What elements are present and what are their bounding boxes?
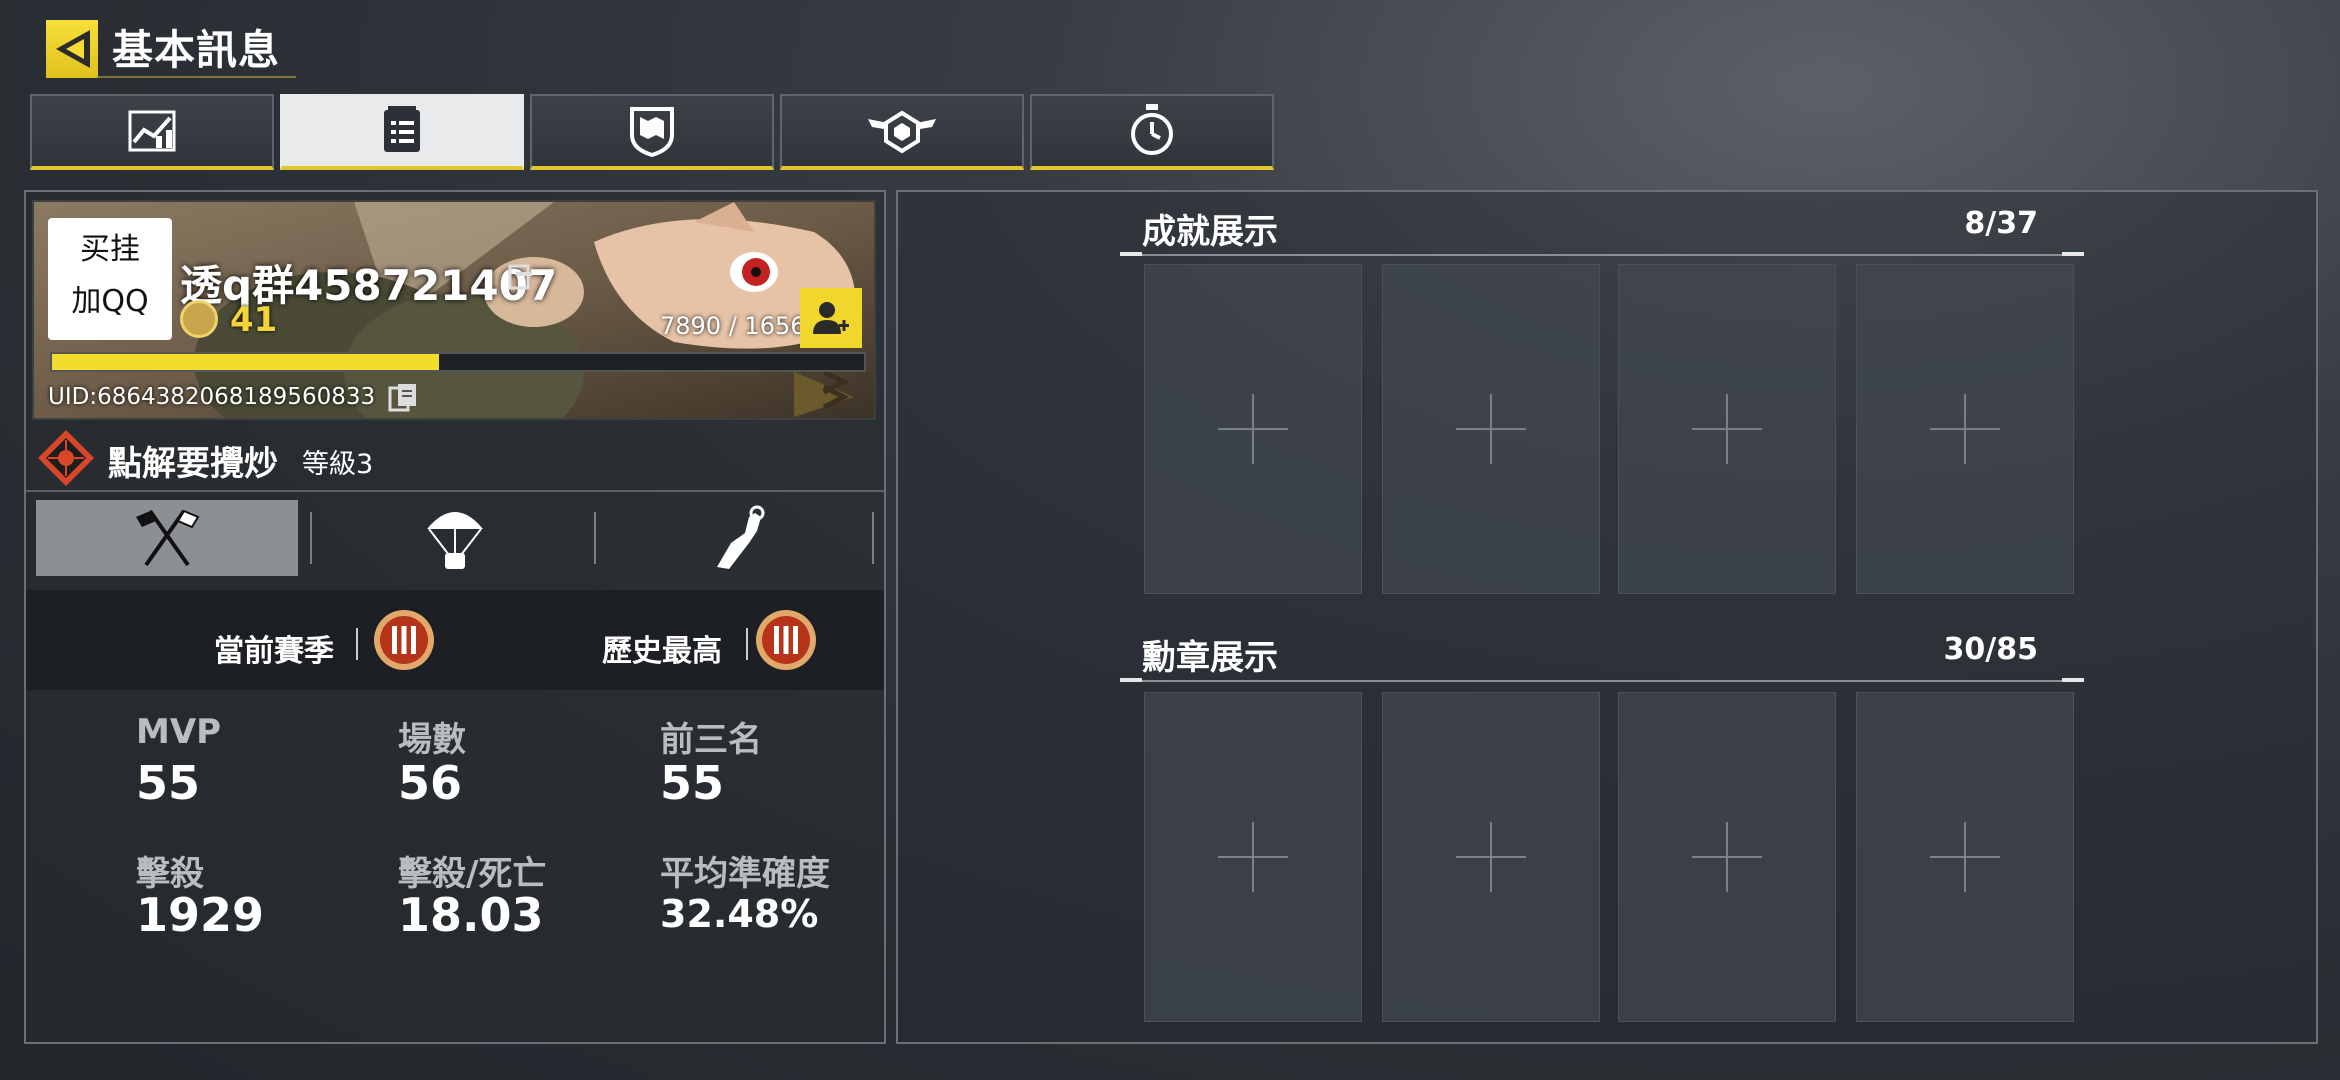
plus-icon (1930, 394, 2000, 464)
copy-uid-icon[interactable] (388, 382, 420, 412)
plus-icon (1456, 394, 1526, 464)
medals-count: 30/85 (1943, 632, 2038, 667)
map-shield-icon (630, 107, 674, 157)
divider (310, 512, 312, 564)
achievement-slot[interactable] (1144, 264, 1362, 594)
stat-label: 前三名 (660, 720, 762, 760)
stat-value: 55 (660, 756, 725, 810)
achievements-count: 8/37 (1964, 206, 2038, 241)
plus-icon (1456, 822, 1526, 892)
xp-text: 7890 / 16560 (660, 312, 821, 340)
player-uid: UID:6864382068189560833 (48, 384, 376, 410)
achievement-slot[interactable] (1382, 264, 1600, 594)
mode-tab-zombies[interactable] (608, 500, 870, 576)
plus-icon (1218, 394, 1288, 464)
document-list-icon (384, 106, 420, 152)
divider (594, 512, 596, 564)
back-button[interactable] (46, 20, 98, 78)
player-level: 41 (230, 300, 278, 340)
stopwatch-icon (1131, 104, 1173, 155)
current-season-label: 當前賽季 (214, 634, 334, 669)
clan-emblem-icon (38, 430, 94, 486)
stat-value: 18.03 (398, 888, 544, 942)
tab-history[interactable] (1030, 94, 1274, 170)
back-arrow-icon (56, 30, 90, 68)
copy-icon[interactable] (506, 262, 536, 292)
xp-progress-bar (50, 352, 866, 372)
clan-level: 等級3 (302, 449, 374, 480)
tab-medals[interactable] (780, 94, 1024, 170)
tab-basic-info[interactable] (280, 94, 524, 170)
medals-title: 勳章展示 (1142, 638, 1278, 678)
divider (356, 628, 358, 660)
arm-icon (717, 505, 765, 569)
xp-progress-fill (52, 354, 439, 370)
stats-chart-icon (128, 110, 176, 152)
medal-slot[interactable] (1618, 692, 1836, 1022)
rank-row: 當前賽季 歷史最高 (26, 590, 884, 690)
divider (1120, 254, 2084, 256)
title-underline (96, 76, 296, 78)
current-rank-badge-icon[interactable] (372, 608, 436, 672)
plus-icon (1218, 822, 1288, 892)
stat-value: 1929 (136, 888, 265, 942)
level-star-icon (180, 300, 218, 338)
best-rank-label: 歷史最高 (602, 634, 722, 669)
divider (2062, 678, 2084, 682)
tab-stats[interactable] (30, 94, 274, 170)
best-rank-badge-icon[interactable] (754, 608, 818, 672)
tab-maps[interactable] (530, 94, 774, 170)
divider (26, 490, 884, 492)
divider (2062, 252, 2084, 256)
divider (746, 628, 748, 660)
crossed-flags-icon (136, 509, 200, 567)
plus-icon (1692, 394, 1762, 464)
stat-label: 平均準確度 (660, 854, 830, 894)
stat-label: MVP (136, 712, 222, 752)
medal-slot[interactable] (1856, 692, 2074, 1022)
divider (1120, 252, 1142, 256)
showcase-panel (896, 190, 2318, 1044)
mode-tab-battle-royale[interactable] (324, 500, 586, 576)
medal-slot[interactable] (1144, 692, 1362, 1022)
achievement-slot[interactable] (1618, 264, 1836, 594)
stat-label: 場數 (398, 720, 466, 760)
divider (1120, 680, 2084, 682)
divider (872, 512, 874, 564)
achievement-slot[interactable] (1856, 264, 2074, 594)
add-friend-button[interactable] (800, 288, 862, 348)
stat-value: 32.48% (660, 892, 819, 936)
mode-tab-multiplayer[interactable] (36, 500, 298, 576)
clan-name[interactable]: 點解要攪炒 (108, 436, 278, 485)
medal-slot[interactable] (1382, 692, 1600, 1022)
add-friend-icon (813, 302, 849, 334)
promo-line-1: 买挂 (80, 232, 140, 267)
stat-value: 55 (136, 756, 201, 810)
parachute-icon (427, 512, 483, 569)
mode-tabs (26, 494, 884, 584)
plus-icon (1930, 822, 2000, 892)
page-title: 基本訊息 (112, 26, 280, 74)
divider (1120, 678, 1142, 682)
stat-value: 56 (398, 756, 463, 810)
promo-box: 买挂 加QQ (48, 218, 172, 340)
winged-badge-icon (868, 110, 936, 154)
achievements-title: 成就展示 (1142, 212, 1278, 252)
plus-icon (1692, 822, 1762, 892)
promo-line-2: 加QQ (71, 284, 149, 319)
